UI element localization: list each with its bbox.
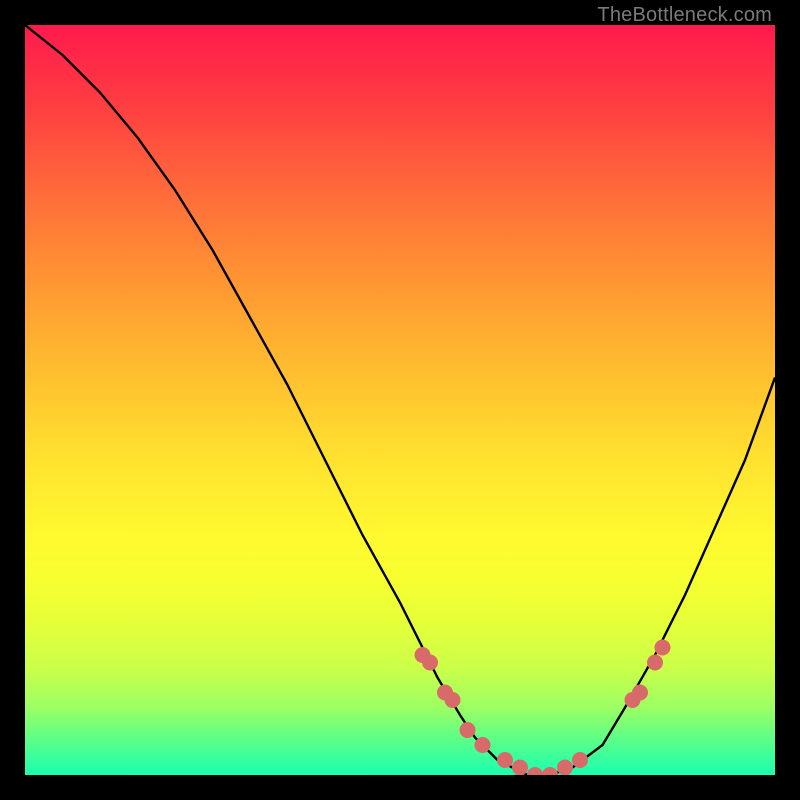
bottleneck-marker (557, 760, 573, 776)
bottleneck-markers (415, 640, 671, 776)
bottleneck-marker (422, 655, 438, 671)
bottleneck-marker (445, 692, 461, 708)
plot-area (25, 25, 775, 775)
bottleneck-marker (572, 752, 588, 768)
bottleneck-marker (655, 640, 671, 656)
bottleneck-marker (460, 722, 476, 738)
bottleneck-marker (512, 760, 528, 776)
bottleneck-marker (527, 767, 543, 775)
chart-frame: TheBottleneck.com (0, 0, 800, 800)
chart-svg (25, 25, 775, 775)
bottleneck-marker (647, 655, 663, 671)
bottleneck-marker (475, 737, 491, 753)
bottleneck-marker (497, 752, 513, 768)
watermark-text: TheBottleneck.com (597, 4, 772, 27)
bottleneck-marker (542, 767, 558, 775)
bottleneck-marker (632, 685, 648, 701)
